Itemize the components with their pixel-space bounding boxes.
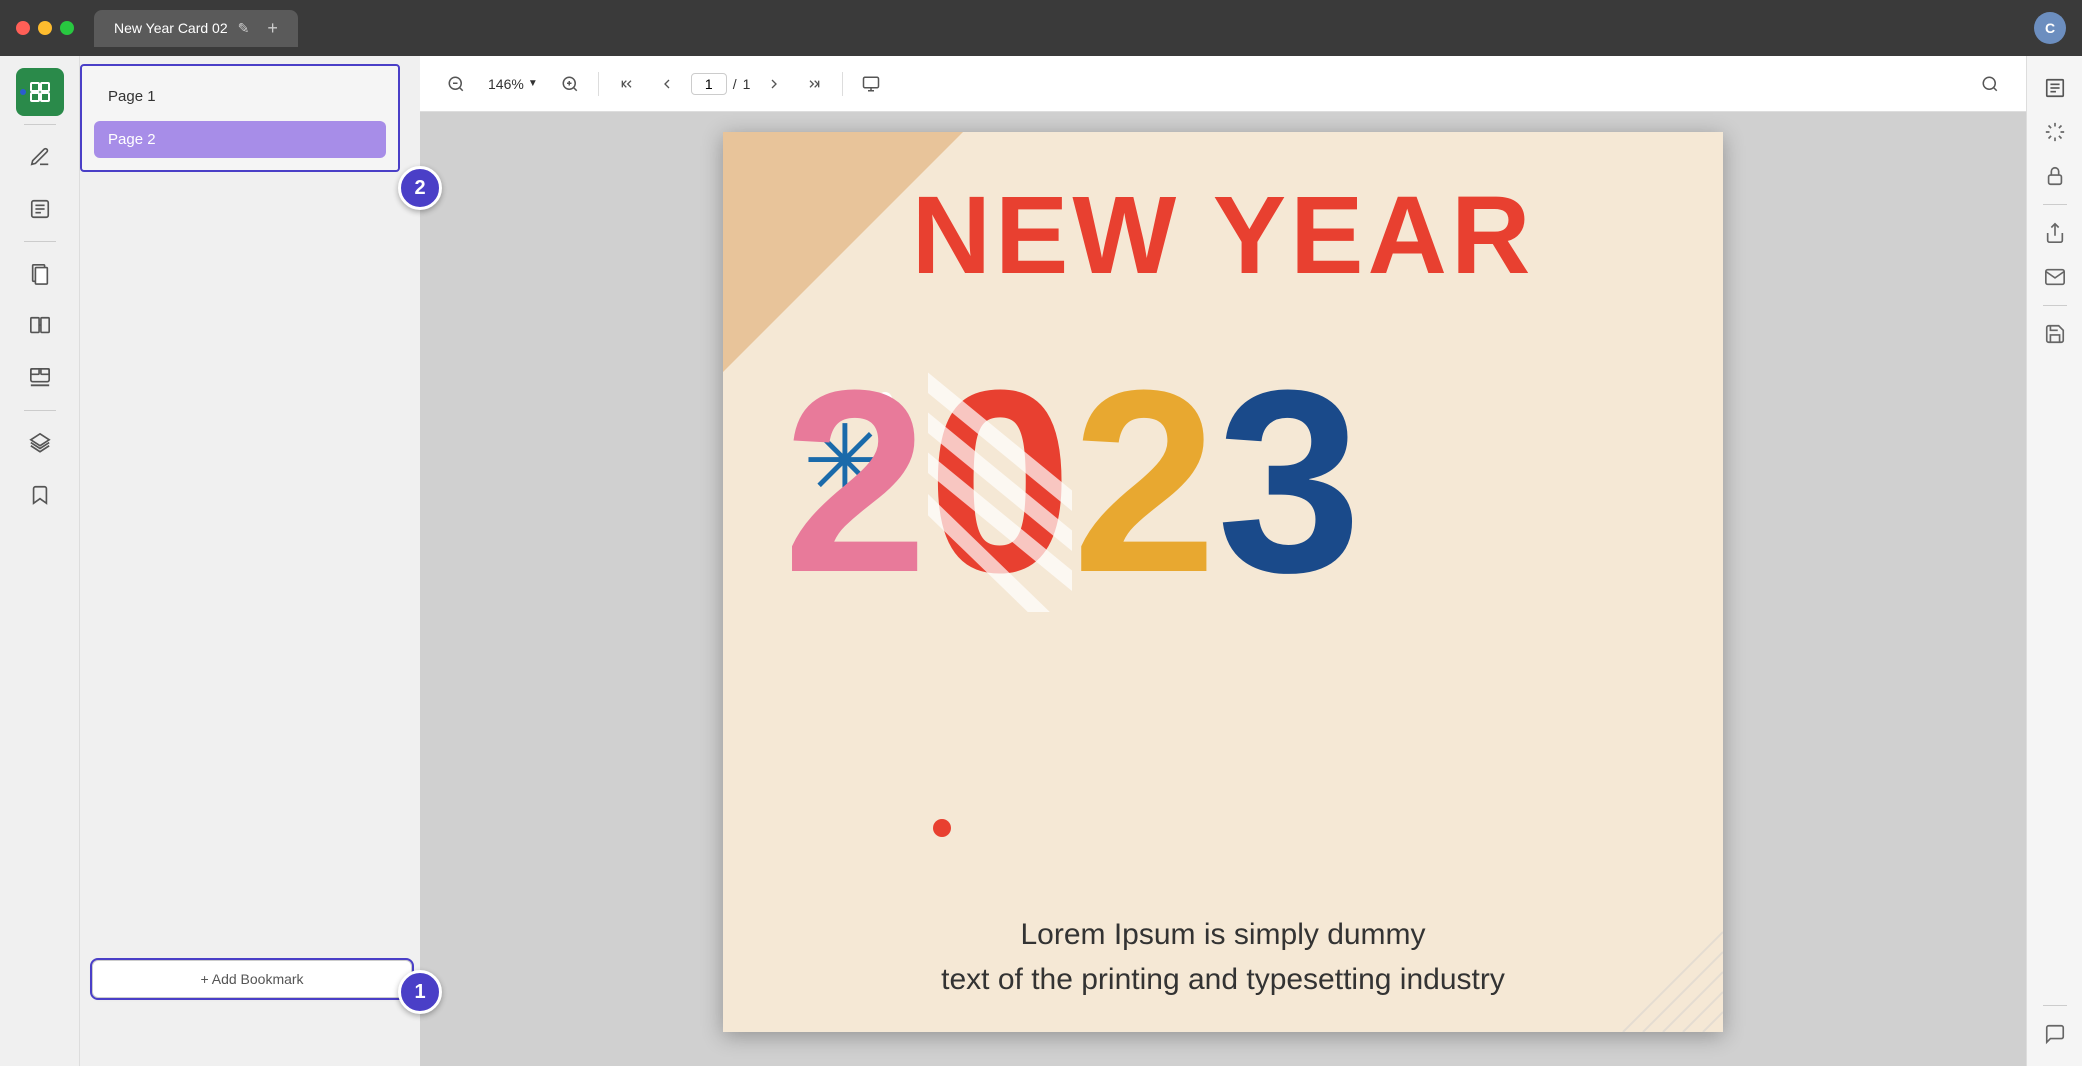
step-badge-1: 1 [398, 970, 442, 1014]
comment-button[interactable] [2035, 1014, 2075, 1054]
present-button[interactable] [855, 68, 887, 100]
prev-page-button[interactable] [651, 68, 683, 100]
digit-2-yellow: 2 [1072, 352, 1217, 612]
add-tab-button[interactable]: + [267, 18, 278, 39]
add-bookmark-button[interactable]: + Add Bookmark [92, 960, 412, 998]
sidebar-divider-1 [24, 124, 56, 125]
content-area: 146% ▼ [420, 56, 2026, 1066]
dot-indicator [20, 89, 26, 95]
traffic-lights [16, 21, 74, 35]
zoom-in-button[interactable] [554, 68, 586, 100]
left-sidebar [0, 56, 80, 1066]
edit-title-icon[interactable]: ✎ [238, 20, 250, 37]
chevron-down-icon: ▼ [528, 78, 538, 89]
maximize-button[interactable] [60, 21, 74, 35]
zoom-level[interactable]: 146% ▼ [480, 72, 546, 96]
sidebar-divider-2 [24, 241, 56, 242]
minimize-button[interactable] [38, 21, 52, 35]
document-canvas: NEW YEAR ✳ 2 0 [420, 112, 2026, 1066]
total-pages: 1 [743, 76, 751, 92]
right-divider-2 [2043, 305, 2067, 306]
bookmark-section: + Add Bookmark [92, 960, 412, 998]
sidebar-item-compare[interactable] [16, 302, 64, 350]
current-page-input[interactable]: 1 [691, 73, 727, 95]
tab-new-year-card[interactable]: New Year Card 02 ✎ + [94, 10, 298, 47]
email-button[interactable] [2035, 257, 2075, 297]
sidebar-item-thumbnails[interactable] [16, 68, 64, 116]
digit-0-striped: 0 [928, 352, 1073, 612]
document-page: NEW YEAR ✳ 2 0 [723, 132, 1723, 1032]
convert-button[interactable] [2035, 112, 2075, 152]
zoom-out-button[interactable] [440, 68, 472, 100]
close-button[interactable] [16, 21, 30, 35]
share-button[interactable] [2035, 213, 2075, 253]
sidebar-item-annotate[interactable] [16, 133, 64, 181]
sidebar-item-layers[interactable] [16, 419, 64, 467]
title-bar: New Year Card 02 ✎ + C [0, 0, 2082, 56]
page-item-2[interactable]: Page 2 [94, 121, 386, 158]
right-divider-1 [2043, 204, 2067, 205]
page-item-1[interactable]: Page 1 [94, 78, 386, 115]
next-page-button[interactable] [758, 68, 790, 100]
save-button[interactable] [2035, 314, 2075, 354]
right-divider-3 [2043, 1005, 2067, 1006]
user-avatar[interactable]: C [2034, 12, 2066, 44]
digit-3-blue: 3 [1217, 352, 1362, 612]
right-sidebar [2026, 56, 2082, 1066]
toolbar-divider-2 [842, 72, 843, 96]
last-page-button[interactable] [798, 68, 830, 100]
main-area: Page 1 Page 2 + Add Bookmark 2 1 146% ▼ [0, 56, 2082, 1066]
sidebar-divider-3 [24, 410, 56, 411]
step-badge-2: 2 [398, 166, 442, 210]
sidebar-item-pages[interactable] [16, 250, 64, 298]
page-panel: Page 1 Page 2 [80, 64, 400, 172]
first-page-button[interactable] [611, 68, 643, 100]
sidebar-item-bookmarks[interactable] [16, 471, 64, 519]
sidebar-item-forms[interactable] [16, 185, 64, 233]
sidebar-item-stamps[interactable] [16, 354, 64, 402]
dot-red-decoration [933, 819, 951, 837]
year-2023: 2 0 2 3 [783, 352, 1723, 612]
search-button[interactable] [1974, 68, 2006, 100]
diagonal-lines-decoration [1523, 832, 1723, 1032]
tab-title: New Year Card 02 [114, 20, 228, 36]
ocr-button[interactable] [2035, 68, 2075, 108]
new-year-title: NEW YEAR [723, 172, 1723, 299]
page-number: 1 / 1 [691, 73, 751, 95]
protect-button[interactable] [2035, 156, 2075, 196]
toolbar: 146% ▼ [420, 56, 2026, 112]
toolbar-divider-1 [598, 72, 599, 96]
digit-2-pink: 2 [783, 352, 928, 612]
